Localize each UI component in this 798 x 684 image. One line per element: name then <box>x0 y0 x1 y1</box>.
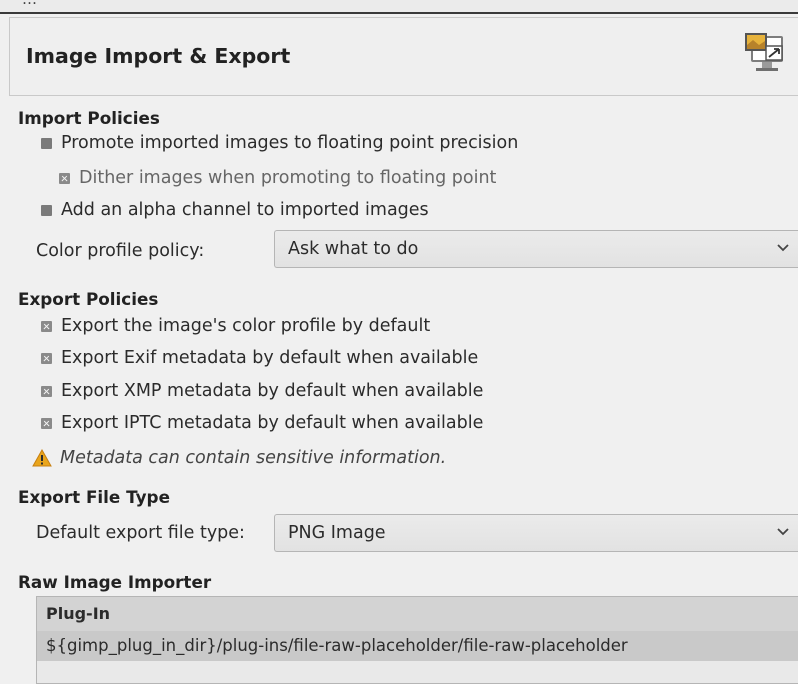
export-xmp-checkbox[interactable]: Export XMP metadata by default when avai… <box>41 381 483 401</box>
page-title: Image Import & Export <box>26 44 291 68</box>
export-xmp-label: Export XMP metadata by default when avai… <box>61 381 484 401</box>
dither-label: Dither images when promoting to floating… <box>79 168 497 188</box>
chevron-down-icon <box>777 528 789 536</box>
warning-icon <box>32 449 52 467</box>
raw-importer-table[interactable]: Plug-In ${gimp_plug_in_dir}/plug-ins/fil… <box>36 596 798 684</box>
alpha-channel-label: Add an alpha channel to imported images <box>61 200 429 220</box>
import-policies-heading: Import Policies <box>18 108 160 128</box>
checkbox-indicator[interactable] <box>41 137 52 149</box>
top-strip-text: … <box>22 0 37 8</box>
metadata-warning: Metadata can contain sensitive informati… <box>32 448 446 468</box>
checkbox-indicator[interactable] <box>41 204 52 216</box>
chevron-down-icon <box>777 244 789 252</box>
checkbox-indicator[interactable] <box>41 320 52 332</box>
export-exif-label: Export Exif metadata by default when ava… <box>61 348 479 368</box>
export-iptc-checkbox[interactable]: Export IPTC metadata by default when ava… <box>41 413 483 433</box>
export-exif-checkbox[interactable]: Export Exif metadata by default when ava… <box>41 348 478 368</box>
export-file-type-heading: Export File Type <box>18 487 170 507</box>
color-profile-policy-label: Color profile policy: <box>36 241 205 261</box>
page-header: Image Import & Export <box>9 17 798 96</box>
dither-checkbox[interactable]: Dither images when promoting to floating… <box>59 168 496 188</box>
default-export-file-type-label: Default export file type: <box>36 523 245 543</box>
alpha-channel-checkbox[interactable]: Add an alpha channel to imported images <box>41 200 429 220</box>
checkbox-indicator[interactable] <box>41 417 52 429</box>
export-color-profile-checkbox[interactable]: Export the image's color profile by defa… <box>41 316 430 336</box>
metadata-warning-text: Metadata can contain sensitive informati… <box>60 448 447 468</box>
export-iptc-label: Export IPTC metadata by default when ava… <box>61 413 484 433</box>
color-profile-policy-value: Ask what to do <box>288 239 419 259</box>
export-color-profile-label: Export the image's color profile by defa… <box>61 316 431 336</box>
raw-image-importer-heading: Raw Image Importer <box>18 572 212 592</box>
export-policies-heading: Export Policies <box>18 289 159 309</box>
top-strip: … <box>0 0 798 14</box>
display-import-export-icon <box>745 33 783 71</box>
default-export-file-type-value: PNG Image <box>288 523 386 543</box>
plugin-column-header[interactable]: Plug-In <box>37 597 798 631</box>
default-export-file-type-select[interactable]: PNG Image <box>274 514 798 552</box>
checkbox-indicator[interactable] <box>41 352 52 364</box>
table-row[interactable]: ${gimp_plug_in_dir}/plug-ins/file-raw-pl… <box>37 631 798 661</box>
color-profile-policy-select[interactable]: Ask what to do <box>274 230 798 268</box>
checkbox-indicator[interactable] <box>59 172 70 184</box>
checkbox-indicator[interactable] <box>41 385 52 397</box>
promote-float-checkbox[interactable]: Promote imported images to floating poin… <box>41 133 518 153</box>
promote-float-label: Promote imported images to floating poin… <box>61 133 519 153</box>
